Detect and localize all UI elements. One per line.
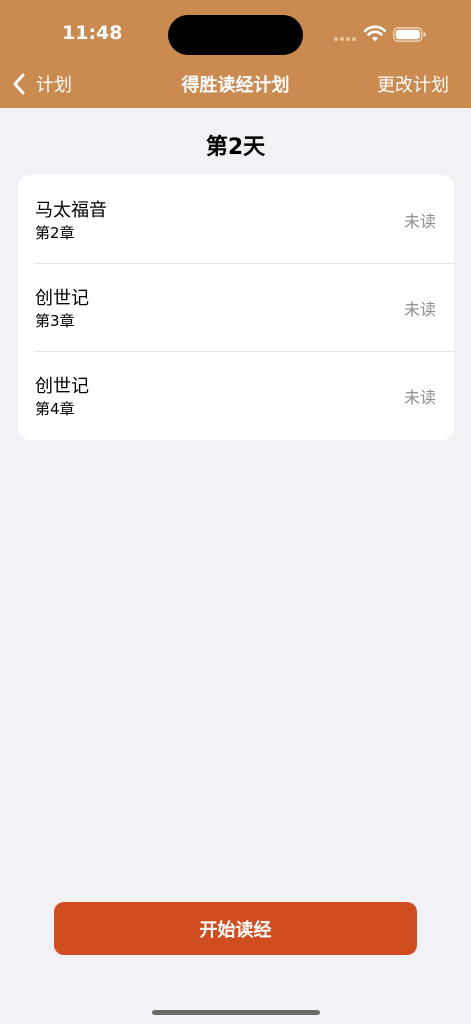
- signal-icon: [334, 37, 358, 41]
- reading-status: 未读: [403, 212, 436, 231]
- dynamic-island: [168, 15, 303, 55]
- home-indicator[interactable]: [152, 1010, 320, 1015]
- chevron-left-icon: [13, 73, 25, 95]
- back-button[interactable]: 计划: [12, 70, 72, 98]
- reading-chapter: 第2章: [35, 224, 75, 242]
- reading-book: 创世记: [35, 376, 89, 397]
- reading-item[interactable]: 马太福音 第2章 未读: [18, 175, 454, 263]
- reading-chapter: 第4章: [35, 400, 75, 418]
- reading-book: 创世记: [35, 288, 89, 309]
- day-title: 第2天: [205, 135, 266, 160]
- reading-item[interactable]: 创世记 第3章 未读: [18, 263, 454, 351]
- reading-status: 未读: [403, 388, 436, 407]
- navigation-header: 11:48 计划 得胜读经计划 更改计划: [0, 0, 471, 108]
- change-plan-button[interactable]: 更改计划: [377, 71, 449, 97]
- start-reading-button[interactable]: 开始读经: [54, 902, 417, 955]
- reading-status: 未读: [403, 300, 436, 319]
- reading-item[interactable]: 创世记 第4章 未读: [18, 351, 454, 439]
- reading-list: 马太福音 第2章 未读 创世记 第3章 未读 创世记 第4章 未读: [18, 175, 454, 440]
- back-button-label: 计划: [36, 75, 72, 96]
- status-time: 11:48: [62, 22, 123, 44]
- wifi-icon: [364, 25, 386, 42]
- page-title: 得胜读经计划: [181, 75, 290, 96]
- reading-chapter: 第3章: [35, 312, 75, 330]
- reading-book: 马太福音: [35, 200, 107, 221]
- battery-icon: [393, 27, 426, 42]
